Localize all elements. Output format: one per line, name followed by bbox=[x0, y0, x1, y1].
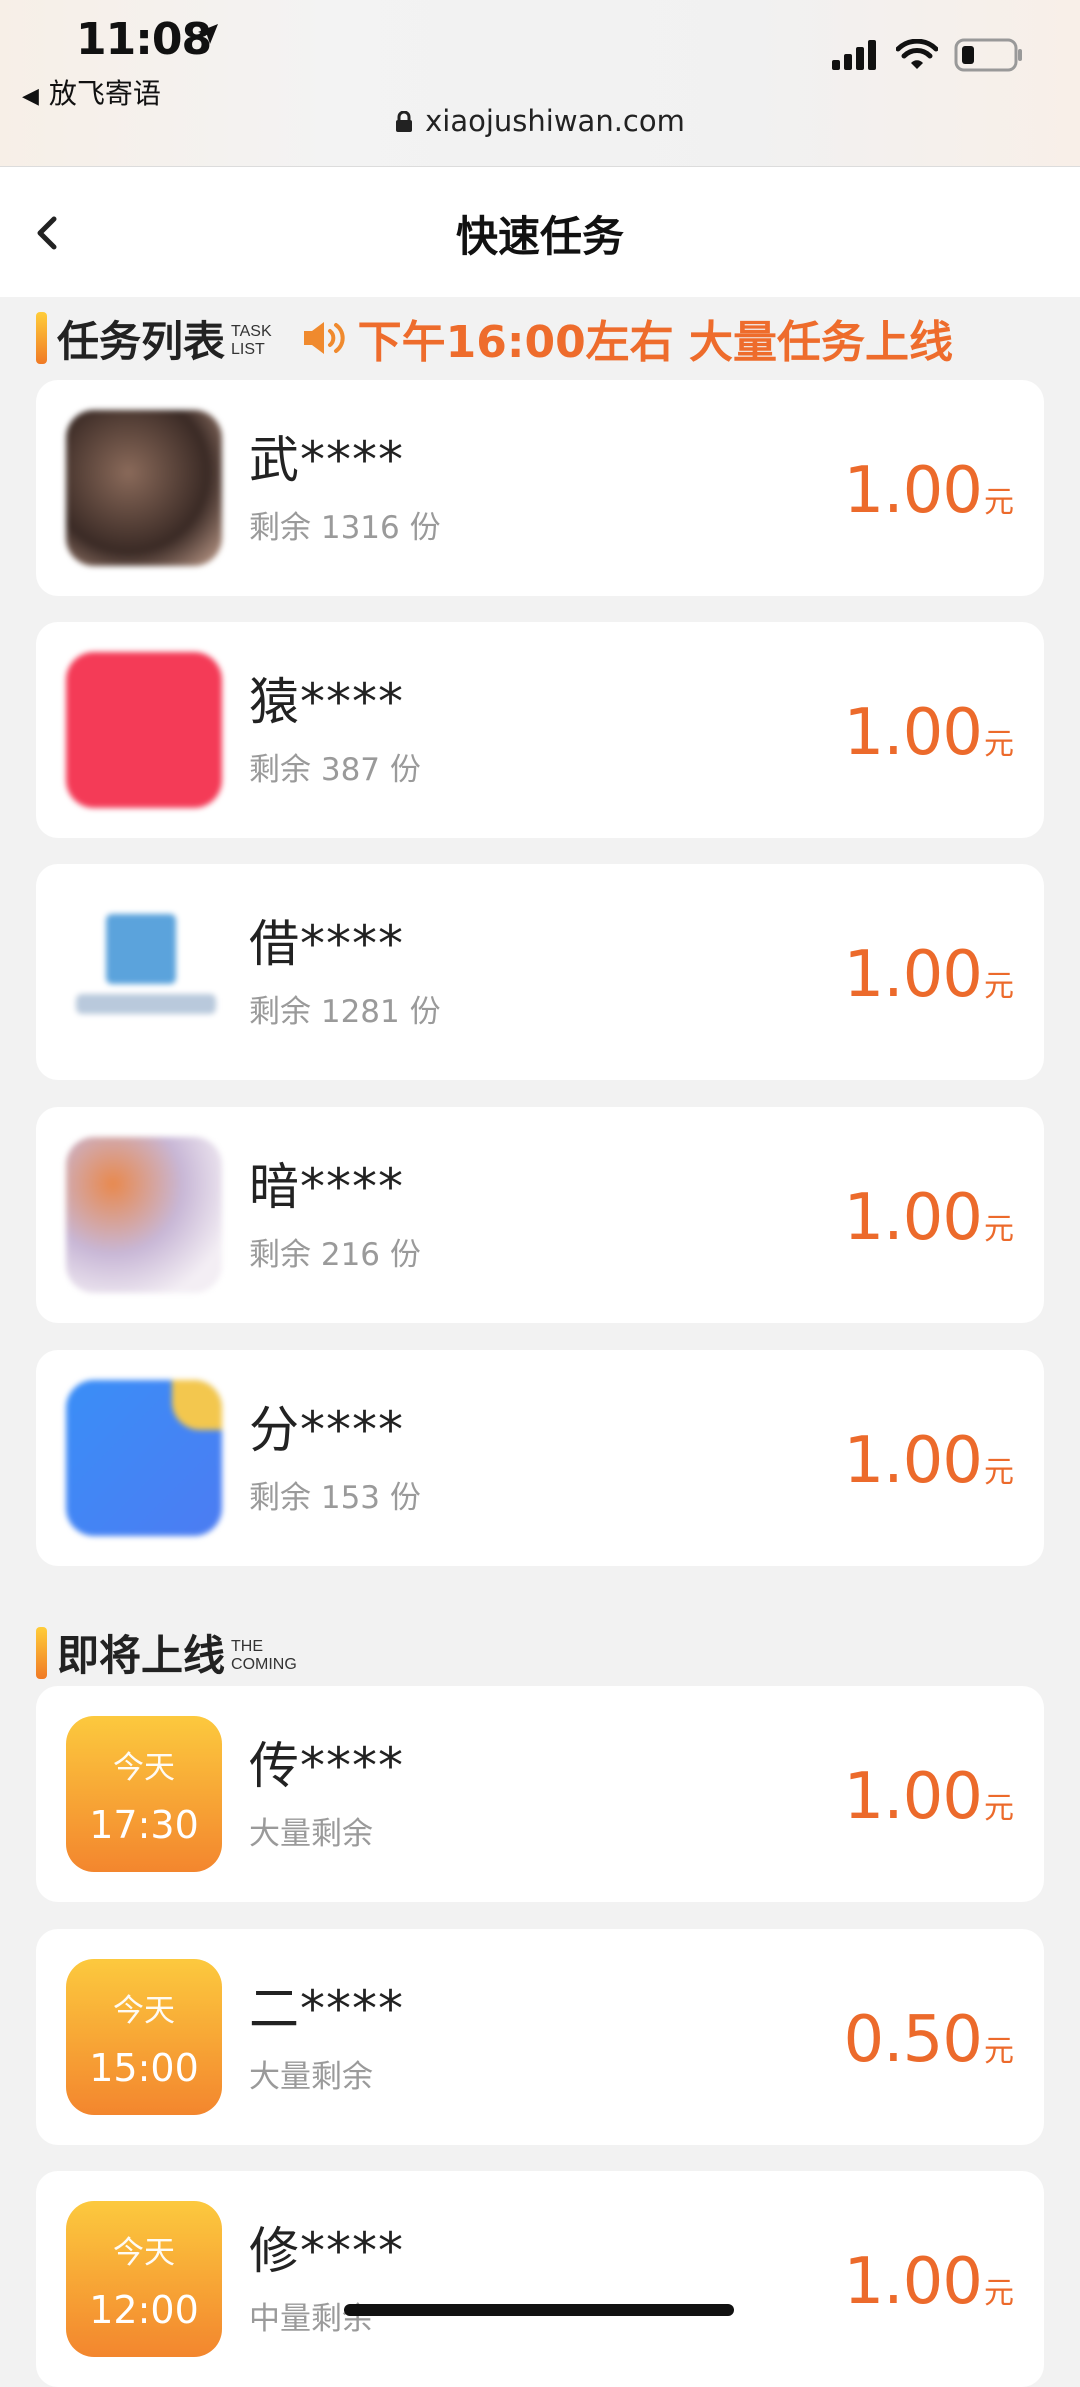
cellular-signal-icon bbox=[832, 40, 876, 70]
task-remaining: 剩余 387 份 bbox=[249, 752, 421, 788]
app-thumbnail bbox=[66, 410, 222, 566]
task-price: 1.00元 bbox=[844, 696, 1015, 770]
section-accent-bar bbox=[36, 312, 47, 364]
price-amount: 0.50 bbox=[843, 2003, 983, 2077]
task-name: 分**** bbox=[249, 1401, 404, 1459]
task-card[interactable]: 猿**** 剩余 387 份 1.00元 bbox=[36, 622, 1044, 838]
coming-card[interactable]: 今天 17:30 传**** 大量剩余 1.00元 bbox=[36, 1686, 1044, 1902]
price-amount: 1.00 bbox=[843, 1424, 983, 1498]
section-title: 任务列表 bbox=[57, 316, 226, 366]
coming-card[interactable]: 今天 15:00 二**** 大量剩余 0.50元 bbox=[36, 1929, 1044, 2145]
page-title: 快速任务 bbox=[455, 212, 624, 261]
task-price: 1.00元 bbox=[844, 1760, 1015, 1834]
price-unit: 元 bbox=[984, 1791, 1014, 1826]
task-remaining: 剩余 216 份 bbox=[249, 1237, 421, 1273]
price-unit: 元 bbox=[984, 969, 1014, 1004]
task-price: 1.00元 bbox=[844, 1181, 1015, 1255]
app-thumbnail bbox=[66, 894, 222, 1050]
task-name: 武**** bbox=[249, 431, 404, 489]
badge-time: 17:30 bbox=[89, 1803, 199, 1847]
task-price: 0.50元 bbox=[844, 2003, 1015, 2077]
home-indicator[interactable] bbox=[344, 2304, 734, 2316]
lock-icon bbox=[395, 106, 413, 140]
section-accent-bar bbox=[36, 1626, 47, 1679]
subtitle-line-1: THE bbox=[231, 1637, 264, 1655]
price-unit: 元 bbox=[984, 727, 1014, 762]
task-name: 猿**** bbox=[249, 673, 404, 731]
task-card[interactable]: 武**** 剩余 1316 份 1.00元 bbox=[36, 380, 1044, 596]
price-amount: 1.00 bbox=[843, 1181, 983, 1255]
task-card[interactable]: 分**** 剩余 153 份 1.00元 bbox=[36, 1350, 1044, 1566]
task-price: 1.00元 bbox=[844, 938, 1015, 1012]
battery-icon bbox=[954, 38, 1022, 72]
subtitle-line-1: TASK bbox=[231, 323, 272, 340]
task-name: 传**** bbox=[249, 1737, 404, 1795]
price-amount: 1.00 bbox=[843, 454, 983, 528]
task-card[interactable]: 借**** 剩余 1281 份 1.00元 bbox=[36, 864, 1044, 1080]
status-icons bbox=[832, 38, 1024, 72]
badge-time: 15:00 bbox=[89, 2046, 199, 2090]
badge-day: 今天 bbox=[113, 1993, 175, 2029]
task-name: 借**** bbox=[249, 915, 404, 973]
task-remaining: 剩余 1316 份 bbox=[249, 510, 441, 546]
notice-text: 下午16:00左右 大量任务上线 bbox=[357, 317, 953, 368]
price-amount: 1.00 bbox=[843, 1760, 983, 1834]
subtitle-line-2: COMING bbox=[231, 1655, 297, 1673]
task-name: 二**** bbox=[249, 1980, 404, 2038]
wifi-icon bbox=[896, 39, 938, 69]
app-thumbnail bbox=[66, 1137, 222, 1293]
section-subtitle: TASK LIST bbox=[231, 323, 272, 359]
task-price: 1.00元 bbox=[844, 1424, 1015, 1498]
app-thumbnail bbox=[66, 1380, 222, 1536]
badge-time: 12:00 bbox=[89, 2288, 199, 2332]
badge-day: 今天 bbox=[113, 2235, 175, 2271]
task-price: 1.00元 bbox=[844, 454, 1015, 528]
task-name: 修**** bbox=[249, 2222, 404, 2280]
speaker-icon bbox=[303, 322, 345, 354]
task-remaining: 剩余 1281 份 bbox=[249, 994, 441, 1030]
task-name: 暗**** bbox=[249, 1158, 404, 1216]
price-unit: 元 bbox=[984, 485, 1014, 520]
coming-heading: 即将上线 THE COMING bbox=[36, 1622, 297, 1683]
url-text: xiaojushiwan.com bbox=[425, 104, 685, 138]
url-bar[interactable]: xiaojushiwan.com bbox=[0, 104, 1080, 140]
price-amount: 1.00 bbox=[843, 938, 983, 1012]
price-unit: 元 bbox=[984, 1455, 1014, 1490]
price-amount: 1.00 bbox=[843, 2245, 983, 2319]
task-card[interactable]: 暗**** 剩余 216 份 1.00元 bbox=[36, 1107, 1044, 1323]
badge-day: 今天 bbox=[113, 1750, 175, 1786]
task-price: 1.00元 bbox=[844, 2245, 1015, 2319]
notice: 下午16:00左右 大量任务上线 bbox=[300, 306, 953, 370]
price-unit: 元 bbox=[984, 2034, 1014, 2069]
task-list-heading: 任务列表 TASK LIST 下午16:00左右 大量任务上线 bbox=[36, 306, 953, 370]
launch-time-badge: 今天 12:00 bbox=[66, 2201, 222, 2357]
coming-card[interactable]: 今天 12:00 修**** 中量剩余 1.00元 bbox=[36, 2171, 1044, 2387]
price-unit: 元 bbox=[984, 1212, 1014, 1247]
app-thumbnail bbox=[66, 652, 222, 808]
task-remaining: 大量剩余 bbox=[249, 1816, 373, 1852]
section-subtitle: THE COMING bbox=[231, 1638, 297, 1674]
nav-header: 快速任务 bbox=[0, 167, 1080, 297]
subtitle-line-2: LIST bbox=[231, 341, 265, 358]
price-unit: 元 bbox=[984, 2276, 1014, 2311]
task-remaining: 大量剩余 bbox=[249, 2059, 373, 2095]
status-bar: 11:08 ◀ 放飞寄语 xiaojushiwan.com bbox=[0, 0, 1080, 167]
launch-time-badge: 今天 17:30 bbox=[66, 1716, 222, 1872]
location-arrow-icon bbox=[196, 22, 220, 50]
section-title: 即将上线 bbox=[57, 1631, 226, 1680]
price-amount: 1.00 bbox=[843, 696, 983, 770]
status-time: 11:08 bbox=[76, 14, 212, 65]
launch-time-badge: 今天 15:00 bbox=[66, 1959, 222, 2115]
task-remaining: 剩余 153 份 bbox=[249, 1480, 421, 1516]
